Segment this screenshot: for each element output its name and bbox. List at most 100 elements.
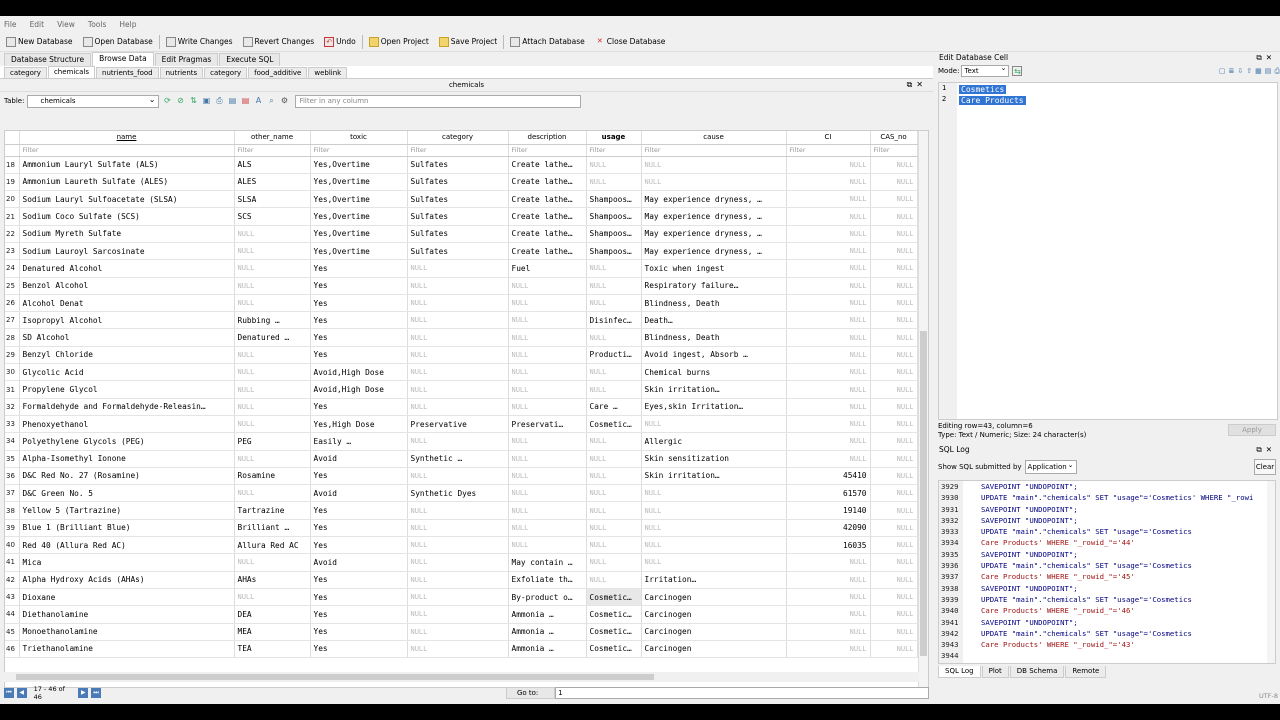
cell-description[interactable]: Create lathe…: [508, 190, 587, 209]
cell-category[interactable]: NULL: [407, 536, 509, 555]
cell-other-name[interactable]: NULL: [234, 294, 311, 313]
cell-cas-no[interactable]: NULL: [870, 432, 918, 451]
cell-usage[interactable]: Cosmetic…: [586, 605, 642, 624]
cell-ci[interactable]: NULL: [786, 190, 871, 209]
cell-description[interactable]: Create lathe…: [508, 207, 587, 226]
cell-cause[interactable]: Skin irritation…: [641, 380, 787, 399]
cell-description[interactable]: NULL: [508, 519, 587, 538]
cell-other-name[interactable]: MEA: [234, 623, 311, 641]
cell-other-name[interactable]: SCS: [234, 207, 311, 226]
cell-description[interactable]: Create lathe…: [508, 156, 587, 174]
table-row[interactable]: 41 Mica NULL Avoid NULL May contain … NULL NULL…: [5, 553, 918, 572]
cell-name[interactable]: Alcohol Denat: [19, 294, 235, 313]
cell-name[interactable]: Isopropyl Alcohol: [19, 311, 235, 330]
table-row[interactable]: 18 Ammonium Lauryl Sulfate (ALS) ALS Yes,Ov…: [5, 156, 918, 174]
tab-edit-pragmas[interactable]: Edit Pragmas: [154, 53, 219, 66]
cell-category[interactable]: NULL: [407, 328, 509, 347]
cell-usage[interactable]: Care …: [586, 398, 642, 416]
cell-usage[interactable]: Disinfec…: [586, 311, 642, 330]
cell-category[interactable]: NULL: [407, 363, 509, 382]
filter-any-column-input[interactable]: Filter in any column: [295, 94, 582, 108]
indent-icon[interactable]: ≣: [1229, 67, 1235, 76]
cell-description[interactable]: NULL: [508, 432, 587, 451]
print-icon[interactable]: ⎙: [214, 96, 224, 106]
cell-cause[interactable]: Carcinogen: [641, 588, 787, 607]
clear-icon[interactable]: ▤: [1265, 67, 1272, 76]
cell-toxic[interactable]: Yes,Overtime: [310, 190, 408, 209]
cell-other-name[interactable]: PEG: [234, 432, 311, 451]
cell-cause[interactable]: May experience dryness, …: [641, 207, 787, 226]
column-header-category[interactable]: category: [407, 131, 509, 145]
cell-category[interactable]: NULL: [407, 294, 509, 313]
clear-log-button[interactable]: Clear: [1254, 459, 1276, 475]
cell-description[interactable]: NULL: [508, 363, 587, 382]
table-row[interactable]: 31 Propylene Glycol NULL Avoid,High Dose NUL…: [5, 380, 918, 399]
cell-cause[interactable]: Chemical burns: [641, 363, 787, 382]
column-header-description[interactable]: description: [508, 131, 587, 145]
cell-cause[interactable]: Blindness, Death: [641, 328, 787, 347]
apply-button[interactable]: Apply: [1228, 424, 1276, 436]
cell-toxic[interactable]: Avoid: [310, 553, 408, 572]
cell-name[interactable]: Propylene Glycol: [19, 380, 235, 399]
cell-name[interactable]: Glycolic Acid: [19, 363, 235, 382]
cell-ci[interactable]: NULL: [786, 328, 871, 347]
cell-name[interactable]: Red 40 (Allura Red AC): [19, 536, 235, 555]
subtab-food-additive[interactable]: food_additive: [248, 67, 308, 78]
cell-cas-no[interactable]: NULL: [870, 605, 918, 624]
table-row[interactable]: 25 Benzol Alcohol NULL Yes NULL NULL NULL Respi…: [5, 277, 918, 295]
previous-record-icon[interactable]: ◀: [16, 688, 27, 698]
cell-description[interactable]: Ammonia …: [508, 623, 587, 641]
cell-ci[interactable]: NULL: [786, 380, 871, 399]
cell-description[interactable]: Create lathe…: [508, 173, 587, 192]
cell-name[interactable]: Phenoxyethanol: [19, 415, 235, 434]
table-row[interactable]: 35 Alpha-Isomethyl Ionone NULL Avoid Synthet…: [5, 450, 918, 468]
cell-cause[interactable]: NULL: [641, 484, 787, 503]
subtab-chemicals[interactable]: chemicals: [47, 66, 96, 78]
cell-other-name[interactable]: ALS: [234, 156, 311, 174]
write-changes-button[interactable]: Write Changes: [165, 36, 233, 47]
refresh-icon[interactable]: ⟳: [162, 96, 172, 106]
save-project-button[interactable]: Save Project: [438, 36, 497, 47]
cell-ci[interactable]: NULL: [786, 294, 871, 313]
cell-ci[interactable]: NULL: [786, 623, 871, 641]
cell-ci[interactable]: NULL: [786, 173, 871, 192]
cell-name[interactable]: Alpha-Isomethyl Ionone: [19, 450, 235, 468]
cell-name[interactable]: Sodium Lauroyl Sarcosinate: [19, 242, 235, 261]
cell-cas-no[interactable]: NULL: [870, 553, 918, 572]
cell-cas-no[interactable]: NULL: [870, 173, 918, 192]
cell-category[interactable]: NULL: [407, 640, 509, 659]
tab-remote[interactable]: Remote: [1065, 666, 1107, 678]
cell-toxic[interactable]: Avoid,High Dose: [310, 363, 408, 382]
cell-name[interactable]: Denatured Alcohol: [19, 259, 235, 278]
cell-toxic[interactable]: Yes: [310, 311, 408, 330]
cell-other-name[interactable]: NULL: [234, 346, 311, 365]
sort-icon[interactable]: ⇅: [188, 96, 198, 106]
cell-toxic[interactable]: Avoid: [310, 484, 408, 503]
cell-cas-no[interactable]: NULL: [870, 346, 918, 365]
cell-usage[interactable]: NULL: [586, 259, 642, 278]
panel-controls[interactable]: ⧉✕: [907, 79, 927, 91]
cell-ci[interactable]: NULL: [786, 432, 871, 451]
cell-toxic[interactable]: Yes: [310, 605, 408, 624]
cell-other-name[interactable]: ALES: [234, 173, 311, 192]
subtab-nutrients[interactable]: nutrients: [159, 67, 204, 78]
cell-cause[interactable]: NULL: [641, 536, 787, 555]
cell-toxic[interactable]: Yes: [310, 571, 408, 589]
table-row[interactable]: 29 Benzyl Chloride NULL Yes NULL NULL Producti…: [5, 346, 918, 365]
cell-other-name[interactable]: NULL: [234, 484, 311, 503]
cell-usage[interactable]: NULL: [586, 277, 642, 295]
cell-cas-no[interactable]: NULL: [870, 363, 918, 382]
cell-usage[interactable]: NULL: [586, 173, 642, 192]
cell-ci[interactable]: NULL: [786, 588, 871, 607]
table-row[interactable]: 28 SD Alcohol Denatured … Yes NULL NULL NULL Bl…: [5, 328, 918, 347]
cell-editor[interactable]: 12 Cosmetics Care Products: [938, 82, 1278, 420]
cell-other-name[interactable]: NULL: [234, 277, 311, 295]
cell-cas-no[interactable]: NULL: [870, 207, 918, 226]
cell-toxic[interactable]: Yes: [310, 467, 408, 486]
column-header-toxic[interactable]: toxic: [310, 131, 408, 145]
cell-usage[interactable]: NULL: [586, 484, 642, 503]
cell-description[interactable]: NULL: [508, 467, 587, 486]
cell-category[interactable]: NULL: [407, 605, 509, 624]
open-database-button[interactable]: Open Database: [82, 36, 153, 47]
tab-plot[interactable]: Plot: [981, 666, 1009, 678]
